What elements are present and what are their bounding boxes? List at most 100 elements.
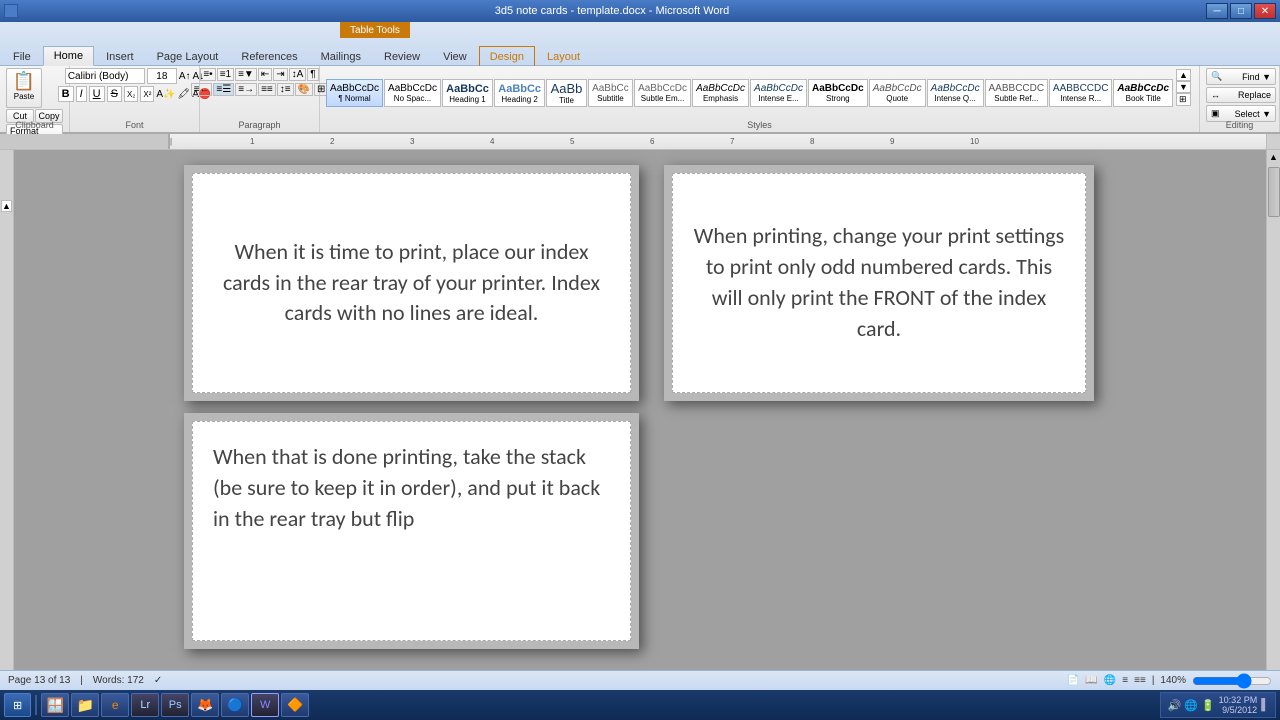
table-tools-label: Table Tools bbox=[340, 22, 410, 38]
grow-font-button[interactable]: A↑ bbox=[179, 71, 191, 82]
style-no-spacing[interactable]: AaBbCcDc No Spac... bbox=[384, 79, 441, 107]
taskbar-app-vlc[interactable]: 🔶 bbox=[281, 693, 309, 717]
taskbar-app-word[interactable]: W bbox=[251, 693, 279, 717]
start-button[interactable]: ⊞ bbox=[4, 693, 31, 717]
select-label: Select ▼ bbox=[1235, 109, 1271, 119]
styles-up-button[interactable]: ▲ bbox=[1176, 69, 1191, 81]
superscript-button[interactable]: X² bbox=[140, 86, 154, 102]
style-subtle-reference[interactable]: AaBbCcDc Subtle Ref... bbox=[985, 79, 1048, 107]
subscript-button[interactable]: X₂ bbox=[124, 86, 138, 102]
bullets-button[interactable]: ≡• bbox=[200, 68, 215, 81]
style-title[interactable]: AaBb Title bbox=[546, 79, 587, 107]
style-normal[interactable]: AaBbCcDc ¶ Normal bbox=[326, 79, 383, 107]
underline-button[interactable]: U bbox=[89, 86, 105, 102]
increase-indent-button[interactable]: ⇥ bbox=[273, 68, 287, 81]
tab-mailings[interactable]: Mailings bbox=[310, 46, 372, 66]
style-intense-reference[interactable]: AaBbCcDc Intense R... bbox=[1049, 79, 1112, 107]
systray-icons: 🔊 🌐 🔋 bbox=[1167, 699, 1214, 712]
italic-button[interactable]: I bbox=[76, 86, 87, 102]
styles-down-button[interactable]: ▼ bbox=[1176, 81, 1191, 93]
styles-group: AaBbCcDc ¶ Normal AaBbCcDc No Spac... Aa… bbox=[320, 66, 1200, 132]
style-subtle-emphasis[interactable]: AaBbCcDc Subtle Em... bbox=[634, 79, 691, 107]
replace-button[interactable]: ↔ Replace bbox=[1206, 87, 1276, 103]
styles-expand-button[interactable]: ⊞ bbox=[1176, 93, 1191, 106]
close-button[interactable]: ✕ bbox=[1254, 3, 1276, 19]
justify-button[interactable]: ≡≡ bbox=[258, 83, 276, 96]
text-effects-button[interactable]: A✨ bbox=[156, 89, 175, 100]
outline-button[interactable]: ≡ bbox=[1122, 675, 1128, 686]
line-spacing-button[interactable]: ↕≡ bbox=[277, 83, 294, 96]
web-layout-button[interactable]: 🌐 bbox=[1104, 675, 1116, 686]
tab-review[interactable]: Review bbox=[373, 46, 431, 66]
font-size-input[interactable] bbox=[147, 68, 177, 84]
decrease-indent-button[interactable]: ⇤ bbox=[258, 68, 272, 81]
zoom-level: 140% bbox=[1160, 675, 1186, 686]
scroll-up-arrow[interactable]: ▲ bbox=[1269, 152, 1278, 162]
align-left-button[interactable]: ≡← bbox=[191, 83, 213, 96]
font-format-row: B I U S X₂ X² A✨ 🖍 A🔴 bbox=[58, 86, 212, 102]
vertical-scrollbar[interactable]: ▲ ▼ bbox=[1266, 150, 1280, 720]
card-inner-3[interactable]: When that is done printing, take the sta… bbox=[192, 421, 631, 641]
paste-button[interactable]: 📋 Paste bbox=[6, 68, 42, 108]
style-book-title[interactable]: AaBbCcDc Book Title bbox=[1113, 79, 1173, 107]
tab-page-layout[interactable]: Page Layout bbox=[146, 46, 230, 66]
bold-button[interactable]: B bbox=[58, 86, 74, 102]
find-button[interactable]: 🔍 Find ▼ bbox=[1206, 68, 1276, 85]
left-scroll-up[interactable]: ▲ bbox=[1, 200, 12, 212]
ruler-scale: | 1 2 3 4 5 6 7 8 9 10 bbox=[170, 134, 1266, 149]
style-emphasis[interactable]: AaBbCcDc Emphasis bbox=[692, 79, 749, 107]
tab-design[interactable]: Design bbox=[479, 46, 535, 66]
zoom-slider[interactable] bbox=[1192, 675, 1272, 687]
taskbar-app-ie[interactable]: e bbox=[101, 693, 129, 717]
style-heading2[interactable]: AaBbCc Heading 2 bbox=[494, 79, 545, 107]
style-subtitle[interactable]: AaBbCc Subtitle bbox=[588, 79, 633, 107]
show-desktop-button[interactable]: ▌ bbox=[1261, 699, 1269, 711]
font-name-row: A↑ A↓ bbox=[65, 68, 204, 84]
taskbar-app-firefox[interactable]: 🦊 bbox=[191, 693, 219, 717]
maximize-button[interactable]: □ bbox=[1230, 3, 1252, 19]
taskbar-app-explorer[interactable]: 🪟 bbox=[41, 693, 69, 717]
print-layout-button[interactable]: 📄 bbox=[1067, 675, 1079, 686]
minimize-button[interactable]: ─ bbox=[1206, 3, 1228, 19]
tab-layout[interactable]: Layout bbox=[536, 46, 591, 66]
card-text-3: When that is done printing, take the sta… bbox=[213, 442, 610, 534]
font-name-input[interactable] bbox=[65, 68, 145, 84]
replace-icon: ↔ bbox=[1211, 90, 1220, 100]
sort-button[interactable]: ↕A bbox=[289, 68, 307, 81]
full-reading-button[interactable]: 📖 bbox=[1085, 675, 1097, 686]
draft-button[interactable]: ≡≡ bbox=[1134, 675, 1146, 686]
paste-icon: 📋 bbox=[13, 71, 35, 92]
title-bar-left bbox=[4, 4, 18, 18]
scroll-thumb[interactable] bbox=[1268, 167, 1280, 217]
taskbar-app-lightroom[interactable]: Lr bbox=[131, 693, 159, 717]
card-inner-2[interactable]: When printing, change your print setting… bbox=[672, 173, 1086, 393]
taskbar-app-folder[interactable]: 📁 bbox=[71, 693, 99, 717]
tab-references[interactable]: References bbox=[230, 46, 308, 66]
style-quote[interactable]: AaBbCcDc Quote bbox=[869, 79, 926, 107]
text-highlight-button[interactable]: 🖍 bbox=[178, 89, 191, 100]
tab-file[interactable]: File bbox=[2, 46, 42, 66]
align-right-button[interactable]: ≡→ bbox=[235, 83, 257, 96]
shading-button[interactable]: 🎨 bbox=[295, 83, 313, 96]
strikethrough-button[interactable]: S bbox=[107, 86, 122, 102]
style-intense-emphasis[interactable]: AaBbCcDc Intense E... bbox=[750, 79, 807, 107]
align-center-button[interactable]: ≡☰ bbox=[213, 83, 234, 96]
taskbar-app-chrome[interactable]: 🔵 bbox=[221, 693, 249, 717]
taskbar-app-ps[interactable]: Ps bbox=[161, 693, 189, 717]
ribbon-tabs-row: File Home Insert Page Layout References … bbox=[0, 22, 1280, 66]
tab-insert[interactable]: Insert bbox=[95, 46, 145, 66]
editing-label: Editing bbox=[1200, 120, 1279, 130]
style-intense-quote[interactable]: AaBbCcDc Intense Q... bbox=[927, 79, 984, 107]
tab-view[interactable]: View bbox=[432, 46, 478, 66]
style-strong[interactable]: AaBbCcDc Strong bbox=[808, 79, 868, 107]
card-inner-1[interactable]: When it is time to print, place our inde… bbox=[192, 173, 631, 393]
tab-home[interactable]: Home bbox=[43, 46, 94, 66]
numbering-button[interactable]: ≡1 bbox=[217, 68, 234, 81]
taskbar-divider bbox=[35, 695, 37, 715]
show-hide-button[interactable]: ¶ bbox=[307, 68, 318, 81]
find-icon: 🔍 bbox=[1211, 71, 1222, 82]
multilevel-button[interactable]: ≡▼ bbox=[235, 68, 257, 81]
style-heading1[interactable]: AaBbCc Heading 1 bbox=[442, 79, 493, 107]
status-left: Page 13 of 13 | Words: 172 ✓ bbox=[8, 675, 162, 686]
taskbar-left: ⊞ 🪟 📁 e Lr Ps 🦊 🔵 W 🔶 bbox=[4, 693, 309, 717]
